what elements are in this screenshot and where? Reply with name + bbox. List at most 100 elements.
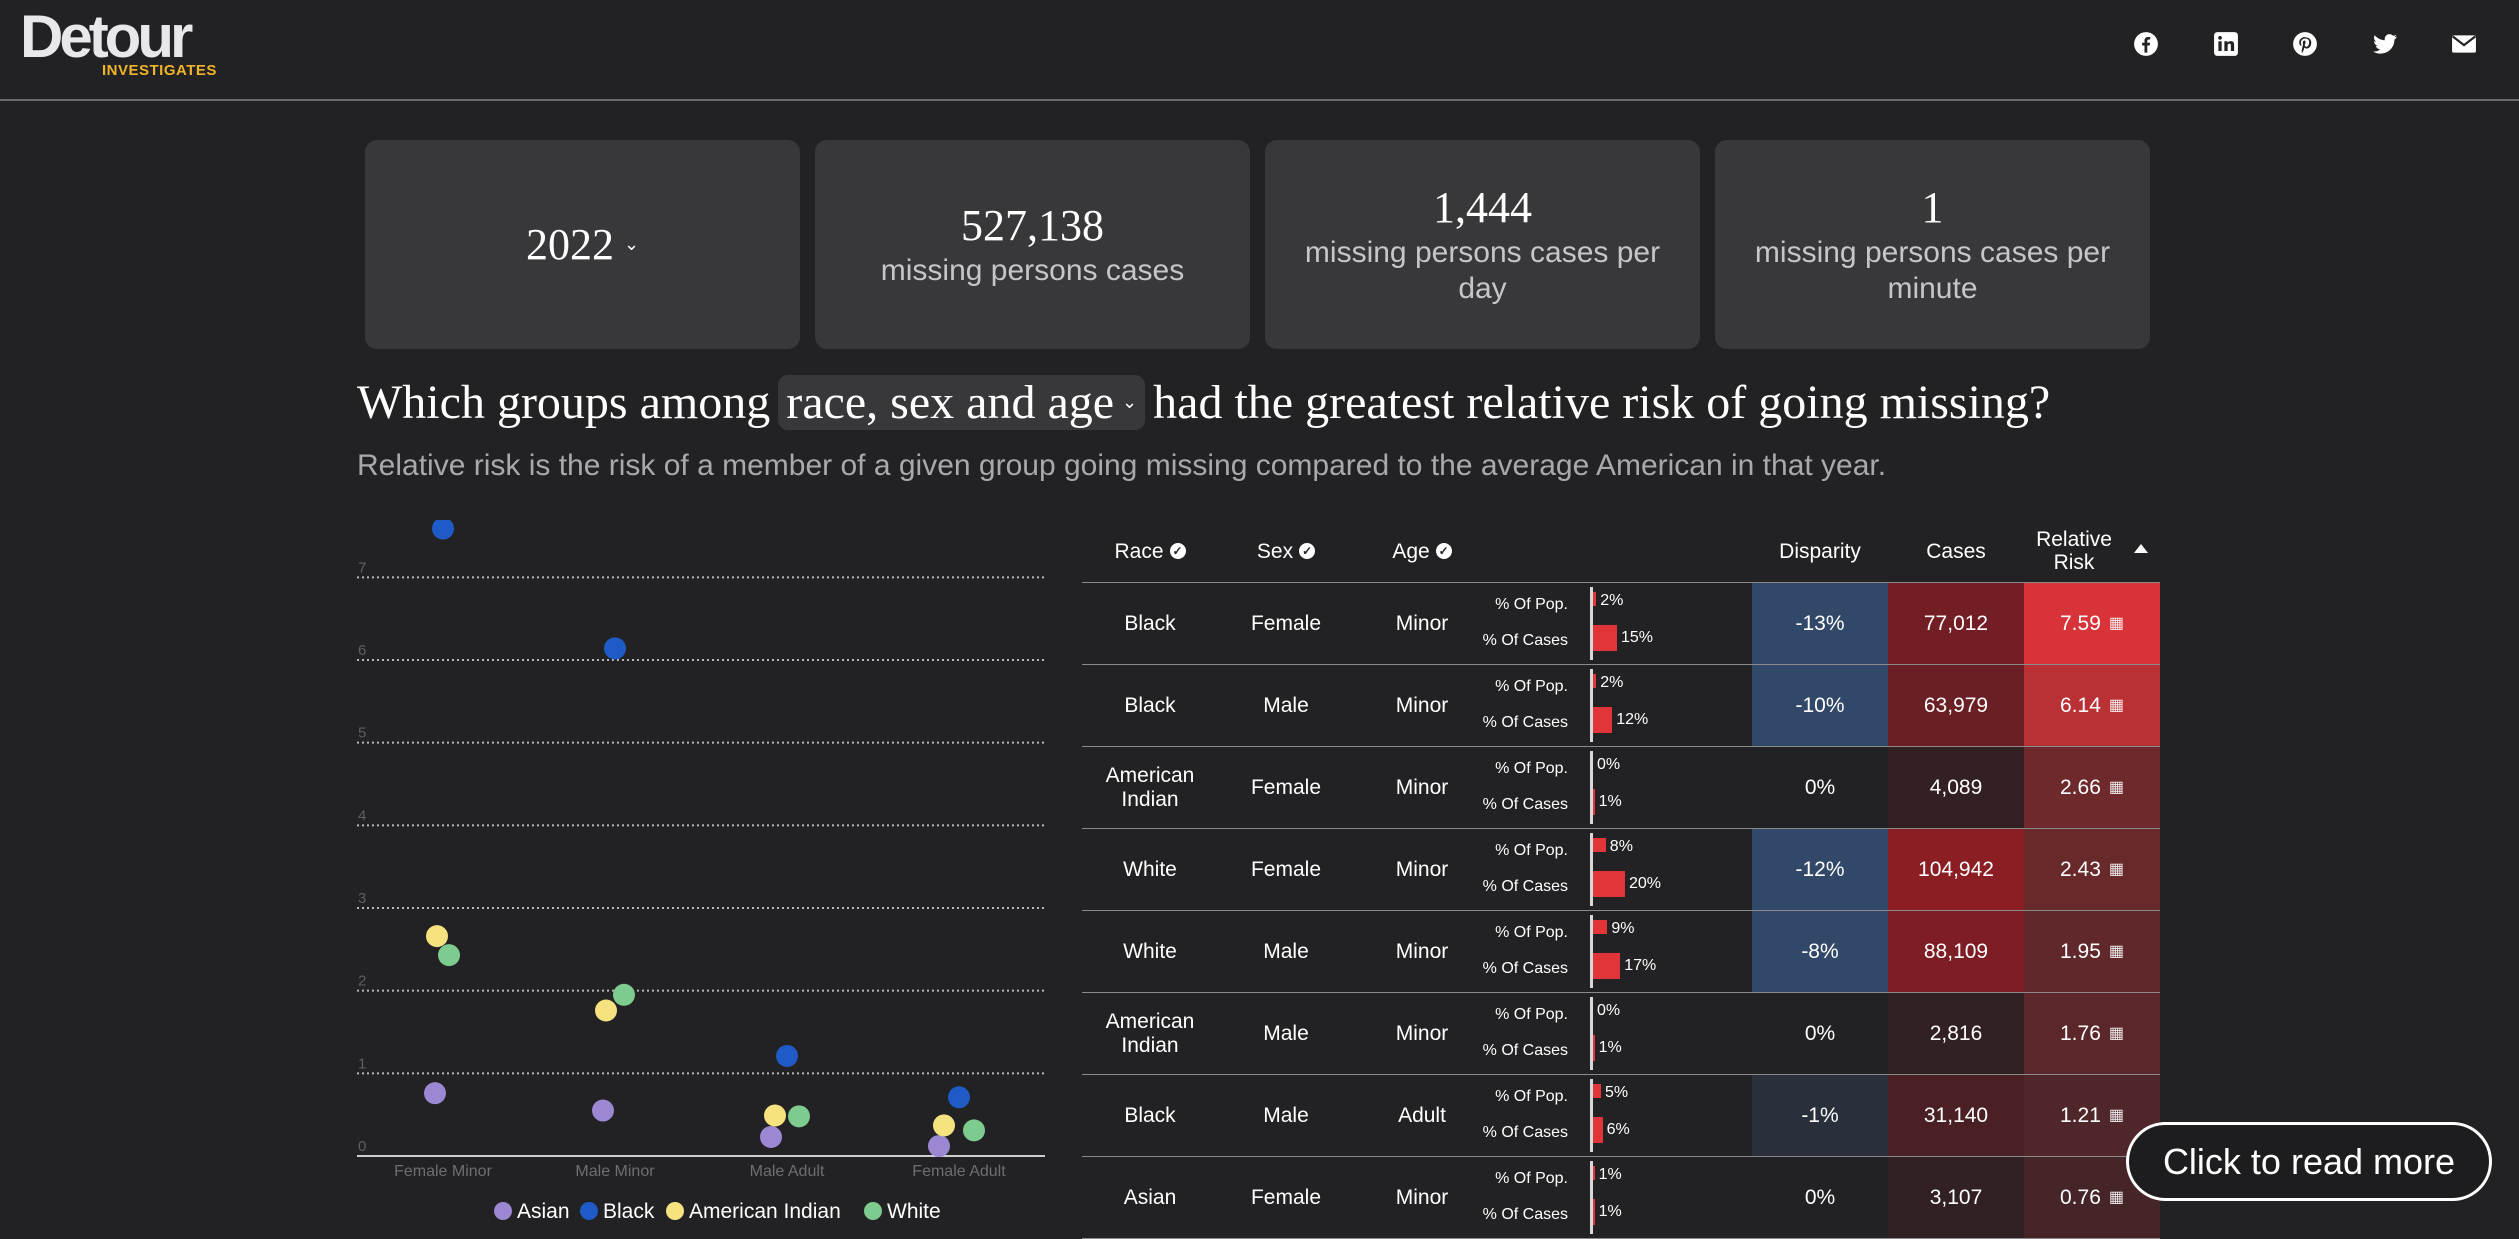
risk-value: 6.14 bbox=[2060, 693, 2101, 717]
cell-race: Black bbox=[1124, 693, 1176, 717]
column-header-relative-risk[interactable]: Relative Risk bbox=[2024, 520, 2124, 582]
stat-card-total: 527,138 missing persons cases bbox=[815, 140, 1250, 349]
cell-relative-risk: 6.14 ▦ bbox=[2024, 665, 2160, 746]
pop-label: % Of Pop. bbox=[1495, 924, 1568, 941]
calculator-icon[interactable]: ▦ bbox=[2109, 858, 2124, 882]
facebook-icon[interactable] bbox=[2131, 29, 2161, 59]
table-row[interactable]: Black Female Minor% Of Pop.% Of Cases 2% 15%… bbox=[1082, 583, 2160, 665]
data-point-american-indian bbox=[933, 1114, 955, 1137]
relative-risk-scatter-chart: 0 1 2 3 4 5 6 7 Female Minor Male Minor Male Adult… bbox=[357, 520, 1045, 1223]
column-header-sex[interactable]: Sex ✓ bbox=[1218, 520, 1354, 582]
question-suffix: had the greatest relative risk of going … bbox=[1153, 376, 2051, 429]
cases-value: 1% bbox=[1598, 1039, 1622, 1056]
twitter-icon[interactable] bbox=[2370, 29, 2400, 59]
data-point-white bbox=[963, 1119, 985, 1142]
cases-value: 1% bbox=[1598, 1203, 1622, 1220]
cell-cases: 3,107 bbox=[1888, 1157, 2024, 1238]
legend-label: White bbox=[887, 1200, 941, 1223]
data-point-asian bbox=[928, 1135, 950, 1158]
table-row[interactable]: American Indian Female Minor% Of Pop.% Of … bbox=[1082, 747, 2160, 829]
check-icon: ✓ bbox=[1299, 543, 1316, 559]
cases-label: % Of Cases bbox=[1482, 714, 1568, 731]
pop-label: % Of Pop. bbox=[1495, 1088, 1568, 1105]
column-header-age[interactable]: Age ✓ bbox=[1354, 520, 1490, 582]
question-prefix: Which groups among bbox=[357, 376, 771, 429]
year-selector[interactable]: 2022 ⌄ bbox=[365, 140, 800, 349]
header-label: Cases bbox=[1926, 539, 1986, 563]
column-header-disparity[interactable]: Disparity bbox=[1752, 520, 1888, 582]
data-point-american-indian bbox=[595, 999, 617, 1022]
cell-race: Asian bbox=[1123, 1185, 1177, 1209]
page-subtitle: Relative risk is the risk of a member of… bbox=[357, 449, 1887, 482]
table-row[interactable]: White Female Minor% Of Pop.% Of Cases 8% 20%… bbox=[1082, 829, 2160, 911]
data-point-american-indian bbox=[764, 1104, 786, 1127]
chevron-down-icon: ⌄ bbox=[1122, 392, 1138, 412]
cases-label: % Of Cases bbox=[1482, 1042, 1568, 1059]
cell-disparity: 0% bbox=[1804, 775, 1836, 799]
y-tick-label: 6 bbox=[358, 642, 366, 659]
cell-cases: 63,979 bbox=[1888, 665, 2024, 746]
table-row[interactable]: Black Male Minor% Of Pop.% Of Cases 2% 12% -1… bbox=[1082, 665, 2160, 747]
table-row[interactable]: American Indian Male Minor% Of Pop.% Of Ca… bbox=[1082, 993, 2160, 1075]
logo-main-text: Detour bbox=[20, 3, 193, 70]
table-header: Race ✓ Sex ✓ Age ✓ Disparity Cases Relative… bbox=[1082, 520, 2160, 583]
pop-bar bbox=[1593, 920, 1608, 934]
linkedin-icon[interactable] bbox=[2211, 29, 2241, 59]
cases-bar bbox=[1593, 707, 1613, 733]
legend-label: Asian bbox=[517, 1200, 570, 1223]
data-point-white bbox=[438, 944, 460, 967]
detour-logo[interactable]: Detour INVESTIGATES bbox=[20, 3, 216, 80]
cell-sex: Female bbox=[1250, 857, 1322, 881]
calculator-icon[interactable]: ▦ bbox=[2109, 1186, 2124, 1210]
legend-swatch bbox=[666, 1202, 684, 1220]
sort-ascending-icon[interactable] bbox=[2134, 544, 2148, 553]
cell-cases: 77,012 bbox=[1888, 583, 2024, 664]
risk-value: 1.21 bbox=[2060, 1103, 2101, 1127]
cell-race: Black bbox=[1124, 1103, 1176, 1127]
cases-label: % Of Cases bbox=[1482, 1124, 1568, 1141]
data-point-black bbox=[948, 1086, 970, 1109]
calculator-icon[interactable]: ▦ bbox=[2109, 940, 2124, 964]
pinterest-icon[interactable] bbox=[2290, 29, 2320, 59]
pop-bar bbox=[1593, 592, 1597, 606]
data-point-asian bbox=[760, 1125, 782, 1148]
calculator-icon[interactable]: ▦ bbox=[2109, 776, 2124, 800]
risk-value: 1.95 bbox=[2060, 939, 2101, 963]
calculator-icon[interactable]: ▦ bbox=[2109, 694, 2124, 718]
risk-value: 2.66 bbox=[2060, 775, 2101, 799]
data-point-black bbox=[604, 637, 626, 660]
y-tick-label: 2 bbox=[358, 973, 366, 990]
read-more-button[interactable]: Click to read more bbox=[2126, 1122, 2492, 1201]
pop-value: 2% bbox=[1600, 674, 1624, 691]
pop-bar bbox=[1593, 674, 1597, 688]
table-row[interactable]: White Male Minor% Of Pop.% Of Cases 9% 17% -8… bbox=[1082, 911, 2160, 993]
risk-value: 1.76 bbox=[2060, 1021, 2101, 1045]
cell-relative-risk: 2.43 ▦ bbox=[2024, 829, 2160, 910]
cases-label: % Of Cases bbox=[1482, 878, 1568, 895]
cell-sex: Male bbox=[1263, 1021, 1309, 1045]
x-tick-label: Male Adult bbox=[750, 1163, 825, 1180]
calculator-icon[interactable]: ▦ bbox=[2109, 1022, 2124, 1046]
cases-bar bbox=[1593, 871, 1625, 897]
x-tick-label: Female Adult bbox=[912, 1163, 1006, 1180]
page-question: Which groups among race, sex and age ⌄ h… bbox=[357, 375, 2050, 430]
table-row[interactable]: Black Male Adult% Of Pop.% Of Cases 5% 6% -1%… bbox=[1082, 1075, 2160, 1157]
cell-disparity: -13% bbox=[1752, 583, 1888, 664]
pop-label: % Of Pop. bbox=[1495, 760, 1568, 777]
year-value: 2022 bbox=[525, 220, 614, 269]
column-header-cases[interactable]: Cases bbox=[1888, 520, 2024, 582]
cell-sex: Male bbox=[1263, 1103, 1309, 1127]
cell-disparity: 0% bbox=[1804, 1185, 1836, 1209]
cell-race: American Indian bbox=[1105, 763, 1195, 811]
email-icon[interactable] bbox=[2449, 29, 2479, 59]
pop-bar bbox=[1593, 838, 1606, 852]
column-header-race[interactable]: Race ✓ bbox=[1082, 520, 1218, 582]
risk-value: 0.76 bbox=[2060, 1185, 2101, 1209]
legend-label: Black bbox=[603, 1200, 655, 1223]
calculator-icon[interactable]: ▦ bbox=[2109, 612, 2124, 636]
grouping-selector[interactable]: race, sex and age ⌄ bbox=[778, 375, 1146, 430]
calculator-icon[interactable]: ▦ bbox=[2109, 1104, 2124, 1128]
header-label: Sex bbox=[1256, 539, 1294, 563]
data-point-white bbox=[788, 1105, 810, 1128]
cases-label: % Of Cases bbox=[1482, 1206, 1568, 1223]
